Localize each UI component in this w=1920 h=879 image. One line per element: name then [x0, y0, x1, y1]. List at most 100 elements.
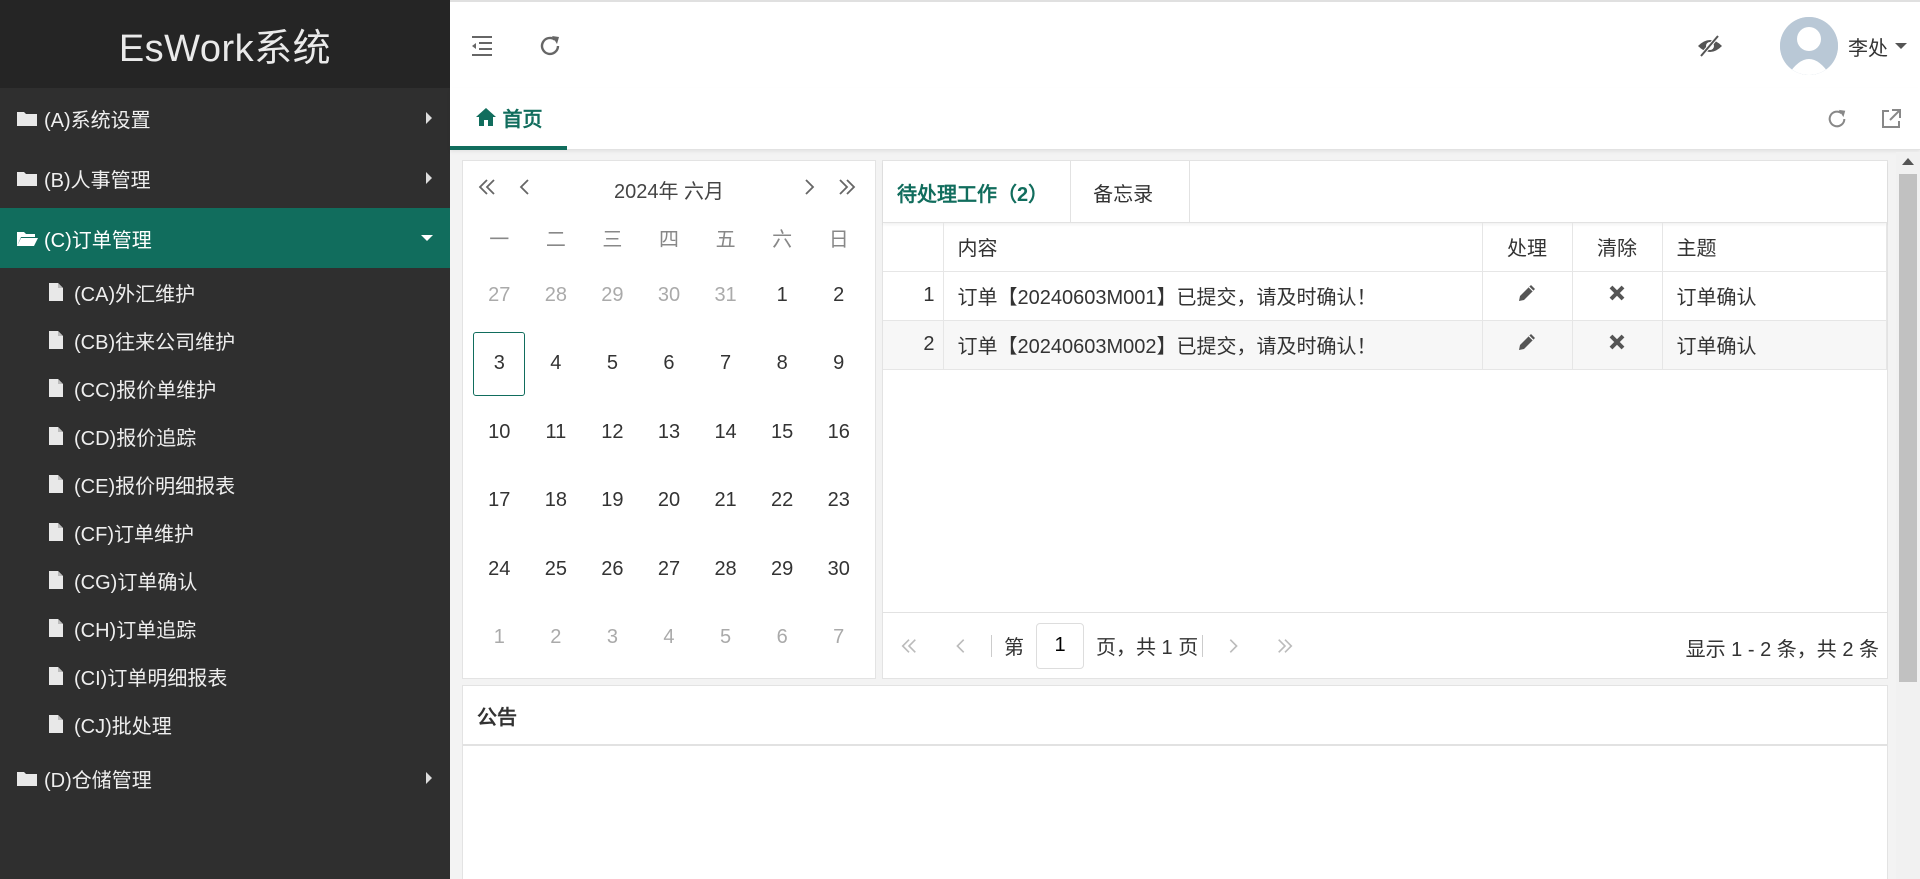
calendar-day[interactable]: 1	[754, 261, 811, 330]
sidebar-item-cd[interactable]: (CD)报价追踪	[0, 412, 450, 460]
menu-group-hr[interactable]: (B)人事管理	[0, 148, 450, 208]
sidebar-item-cf[interactable]: (CF)订单维护	[0, 508, 450, 556]
calendar-day[interactable]: 30	[641, 261, 698, 330]
file-icon	[49, 523, 63, 541]
user-name: 李处	[1848, 37, 1888, 60]
next-month-icon[interactable]	[797, 175, 821, 199]
column-header-content[interactable]: 内容	[943, 223, 1483, 272]
menu-group-orders[interactable]: (C)订单管理	[0, 208, 450, 268]
calendar-day[interactable]: 19	[584, 467, 641, 536]
sidebar-item-cb[interactable]: (CB)往来公司维护	[0, 316, 450, 364]
tab-refresh-icon[interactable]	[1824, 106, 1850, 132]
calendar-day[interactable]: 21	[697, 467, 754, 536]
todo-table: 内容 处理 清除 主题 1 订单【20240603M001】已提交，请及时确认！…	[883, 223, 1887, 370]
scroll-up-icon[interactable]	[1902, 158, 1914, 165]
calendar-day[interactable]: 2	[528, 604, 585, 673]
scrollbar[interactable]	[1896, 152, 1920, 879]
calendar-header: 2024年 六月	[463, 161, 875, 213]
first-page-icon[interactable]	[897, 634, 921, 658]
close-icon[interactable]	[1607, 283, 1627, 303]
row-number: 1	[883, 271, 944, 321]
column-header-handle[interactable]: 处理	[1482, 223, 1573, 272]
calendar-day[interactable]: 1	[471, 604, 528, 673]
calendar-day[interactable]: 3	[584, 604, 641, 673]
pencil-icon[interactable]	[1516, 282, 1538, 304]
tab-pending-work[interactable]: 待处理工作（2）	[883, 161, 1072, 223]
calendar-day[interactable]: 18	[528, 467, 585, 536]
calendar-day[interactable]: 8	[754, 330, 811, 399]
calendar-day[interactable]: 27	[641, 535, 698, 604]
calendar-day-today[interactable]: 3	[471, 330, 528, 399]
calendar-day[interactable]: 4	[528, 330, 585, 399]
menu-group-system-settings[interactable]: (A)系统设置	[0, 88, 450, 148]
calendar-day[interactable]: 23	[810, 467, 867, 536]
page-prefix: 第	[1004, 637, 1024, 659]
sidebar-item-label: (CF)订单维护	[74, 523, 194, 546]
caret-down-icon	[421, 235, 433, 241]
page-number-input[interactable]	[1036, 622, 1084, 669]
tab-home[interactable]: 首页	[450, 88, 567, 150]
refresh-icon[interactable]	[536, 32, 564, 60]
sidebar-item-cc[interactable]: (CC)报价单维护	[0, 364, 450, 412]
pencil-icon[interactable]	[1516, 331, 1538, 353]
calendar-day[interactable]: 2	[810, 261, 867, 330]
calendar-day[interactable]: 7	[697, 330, 754, 399]
calendar-day[interactable]: 11	[528, 398, 585, 467]
calendar-day[interactable]: 15	[754, 398, 811, 467]
menu-group-label: (A)系统设置	[44, 109, 151, 132]
calendar-day[interactable]: 12	[584, 398, 641, 467]
calendar-day[interactable]: 16	[810, 398, 867, 467]
calendar-day[interactable]: 20	[641, 467, 698, 536]
calendar-day[interactable]: 5	[584, 330, 641, 399]
tab-memo[interactable]: 备忘录	[1071, 161, 1191, 223]
prev-page-icon[interactable]	[949, 634, 973, 658]
next-year-icon[interactable]	[835, 175, 859, 199]
sidebar-item-cj[interactable]: (CJ)批处理	[0, 700, 450, 748]
calendar-day[interactable]: 28	[697, 535, 754, 604]
calendar-day[interactable]: 6	[754, 604, 811, 673]
calendar-day[interactable]: 5	[697, 604, 754, 673]
last-page-icon[interactable]	[1273, 634, 1297, 658]
calendar-day[interactable]: 27	[471, 261, 528, 330]
column-header-subject[interactable]: 主题	[1662, 223, 1887, 272]
calendar-day[interactable]: 14	[697, 398, 754, 467]
calendar-day[interactable]: 4	[641, 604, 698, 673]
sidebar-item-ca[interactable]: (CA)外汇维护	[0, 268, 450, 316]
calendar-day[interactable]: 26	[584, 535, 641, 604]
sidebar-item-ch[interactable]: (CH)订单追踪	[0, 604, 450, 652]
sidebar-item-label: (CH)订单追踪	[74, 619, 197, 642]
calendar-day[interactable]: 29	[584, 261, 641, 330]
home-icon	[475, 108, 496, 126]
menu-group-warehouse[interactable]: (D)仓储管理	[0, 748, 450, 808]
calendar-day[interactable]: 25	[528, 535, 585, 604]
folder-icon	[17, 112, 37, 126]
close-icon[interactable]	[1607, 332, 1627, 352]
column-header-clear[interactable]: 清除	[1572, 223, 1663, 272]
calendar-day[interactable]: 28	[528, 261, 585, 330]
next-page-icon[interactable]	[1221, 634, 1245, 658]
row-subject: 订单确认	[1662, 320, 1887, 370]
sidebar-item-cg[interactable]: (CG)订单确认	[0, 556, 450, 604]
sidebar-item-ce[interactable]: (CE)报价明细报表	[0, 460, 450, 508]
calendar-day[interactable]: 24	[471, 535, 528, 604]
scrollbar-thumb[interactable]	[1899, 174, 1917, 682]
calendar-day[interactable]: 10	[471, 398, 528, 467]
calendar-day[interactable]: 6	[641, 330, 698, 399]
calendar-day[interactable]: 31	[697, 261, 754, 330]
calendar-day[interactable]: 13	[641, 398, 698, 467]
external-link-icon[interactable]	[1878, 106, 1904, 132]
calendar-day[interactable]: 30	[810, 535, 867, 604]
calendar-day[interactable]: 29	[754, 535, 811, 604]
calendar-day[interactable]: 7	[810, 604, 867, 673]
table-row[interactable]: 2 订单【20240603M002】已提交，请及时确认！ 订单确认	[883, 320, 1887, 370]
eye-slash-icon[interactable]	[1696, 32, 1724, 60]
user-menu[interactable]: 李处	[1780, 16, 1908, 76]
calendar-day[interactable]: 22	[754, 467, 811, 536]
sidebar-item-ci[interactable]: (CI)订单明细报表	[0, 652, 450, 700]
calendar-day[interactable]: 17	[471, 467, 528, 536]
menu-collapse-icon[interactable]	[468, 32, 496, 60]
row-handle	[1482, 320, 1573, 370]
file-icon	[49, 571, 63, 589]
calendar-day[interactable]: 9	[810, 330, 867, 399]
table-row[interactable]: 1 订单【20240603M001】已提交，请及时确认！ 订单确认	[883, 271, 1887, 321]
